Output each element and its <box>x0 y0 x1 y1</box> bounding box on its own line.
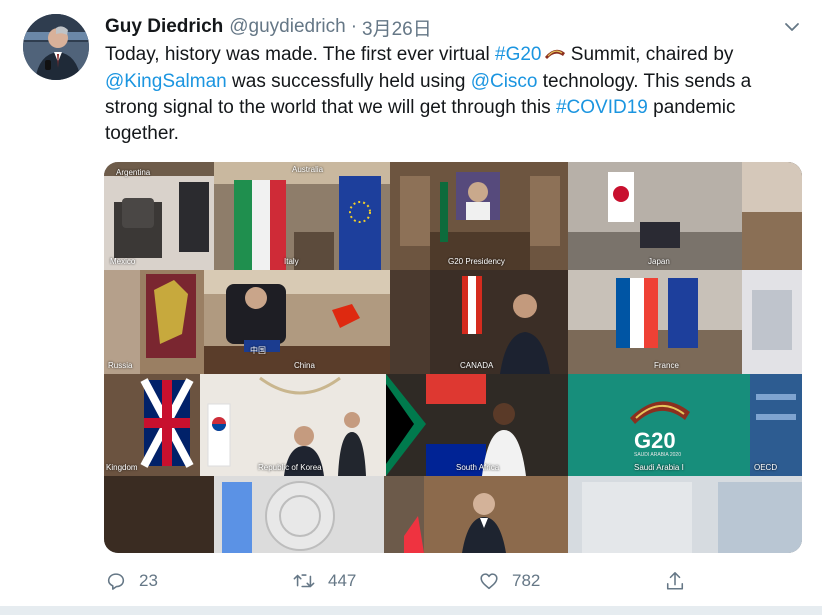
tile-label: Mexico <box>110 257 136 266</box>
video-tile-singapore <box>384 476 568 553</box>
video-tile-g20-presidency: G20 Presidency <box>390 162 568 270</box>
like-count: 782 <box>512 571 541 590</box>
tweet-text-part: Summit, chaired by <box>565 44 734 65</box>
tile-label: Russia <box>108 361 133 370</box>
video-tile-united-kingdom: Kingdom <box>104 374 200 476</box>
g20-logo-subtitle: SAUDI ARABIA 2020 <box>634 452 681 458</box>
tile-label: South Africa <box>456 463 500 472</box>
tweet-text: Today, history was made. The first ever … <box>105 42 805 147</box>
like-button[interactable]: 782 <box>478 568 540 594</box>
tweet-actions: 23 447 782 <box>105 568 705 594</box>
tile-label: Republic of Korea <box>258 463 322 472</box>
video-tile-oecd: OECD <box>750 374 802 476</box>
hashtag-g20-link[interactable]: #G20 <box>495 44 541 65</box>
reply-button[interactable]: 23 <box>105 568 158 594</box>
tweet-text-part: was successfully held using <box>226 71 471 92</box>
share-icon <box>666 572 684 590</box>
video-tile-saudi-arabia: G20 SAUDI ARABIA 2020 Saudi Arabia I <box>568 374 750 476</box>
g20-emoji-icon <box>544 43 566 69</box>
video-tile-russia: Russia <box>104 270 204 374</box>
retweet-count: 447 <box>328 571 357 590</box>
video-tile-france: France <box>568 270 742 374</box>
video-tile-china: 中国 China <box>204 270 390 374</box>
video-tile-south-africa: South Africa <box>386 374 568 476</box>
tile-label: Australia <box>292 165 324 174</box>
tile-label: OECD <box>754 463 778 472</box>
g20-logo-text: G20 <box>634 428 676 453</box>
tile-label: Italy <box>284 257 299 266</box>
heart-icon <box>480 573 498 590</box>
video-tile-korea: Republic of Korea <box>200 374 386 476</box>
share-button[interactable] <box>665 568 697 594</box>
tile-label: Kingdom <box>106 463 138 472</box>
tile-label: 中国 <box>250 346 266 355</box>
video-tile-canada: CANADA <box>390 270 568 374</box>
tweet-date[interactable]: 3月26日 <box>362 14 432 41</box>
mention-kingsalman-link[interactable]: @KingSalman <box>105 71 227 92</box>
tile-label: Saudi Arabia I <box>634 463 684 472</box>
tile-label: Argentina <box>116 168 151 177</box>
divider <box>0 606 822 615</box>
tweet-media-image[interactable]: Argentina Mexico Australia Italy G20 Pre… <box>104 162 802 553</box>
retweet-button[interactable]: 447 <box>292 568 356 594</box>
avatar[interactable] <box>23 14 89 80</box>
author-handle[interactable]: @guydiedrich <box>229 16 345 38</box>
hashtag-covid19-link[interactable]: #COVID19 <box>556 97 648 118</box>
video-tile-un <box>104 476 384 553</box>
video-tile-extra <box>742 270 802 374</box>
reply-count: 23 <box>139 571 158 590</box>
tile-label: CANADA <box>460 361 494 370</box>
video-tile-extra <box>568 476 802 553</box>
tile-label: France <box>654 361 679 370</box>
author-name[interactable]: Guy Diedrich <box>105 16 223 38</box>
tile-label: China <box>294 361 315 370</box>
tweet-header: Guy Diedrich @guydiedrich · 3月26日 <box>105 14 432 40</box>
video-tile-italy: Australia Italy <box>214 162 390 270</box>
tile-label: Japan <box>648 257 670 266</box>
tweet[interactable]: Guy Diedrich @guydiedrich · 3月26日 Today,… <box>0 0 822 615</box>
tile-label: G20 Presidency <box>448 257 505 266</box>
tweet-text-part: Today, history was made. The first ever … <box>105 44 496 65</box>
separator: · <box>350 16 358 37</box>
chevron-down-icon[interactable] <box>780 16 804 38</box>
mention-cisco-link[interactable]: @Cisco <box>471 71 538 92</box>
reply-icon <box>107 573 125 590</box>
retweet-icon <box>293 574 315 588</box>
video-tile-japan: Japan <box>568 162 742 270</box>
video-tile-mexico: Argentina Mexico <box>104 162 214 270</box>
video-tile-extra <box>742 162 802 270</box>
